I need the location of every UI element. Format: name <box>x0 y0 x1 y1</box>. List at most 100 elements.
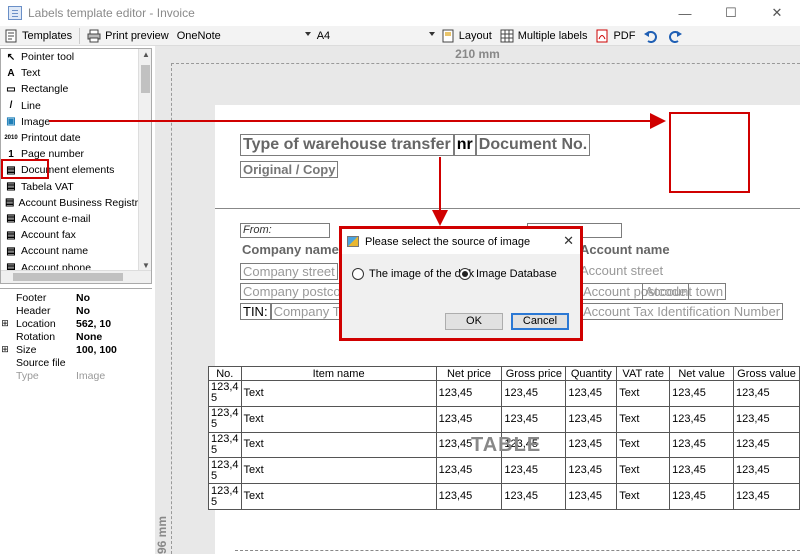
templates-label: Templates <box>22 29 73 42</box>
scrollbar-thumb[interactable] <box>13 273 123 281</box>
radio-database[interactable]: Image Database <box>459 268 557 280</box>
table-cell: 123,4 5 <box>208 431 242 459</box>
radio-database-dot[interactable] <box>459 268 471 280</box>
table-header-cell: No. <box>208 366 242 381</box>
tool-item-account-name[interactable]: ▤ Account name <box>1 243 151 259</box>
property-value[interactable]: 562, 10 <box>72 318 111 330</box>
multiple-labels-button[interactable]: Multiple labels <box>496 26 592 46</box>
table-cell: 123,45 <box>733 483 800 510</box>
property-value[interactable]: None <box>72 331 102 343</box>
property-value[interactable]: No <box>72 292 90 304</box>
property-row[interactable]: ⊞ Location 562, 10 <box>0 317 152 330</box>
account-name-field[interactable]: Account name <box>580 242 670 257</box>
layout-button[interactable]: Layout <box>437 26 496 46</box>
tool-item-text[interactable]: A Text <box>1 65 151 81</box>
scrollbar-thumb[interactable] <box>141 65 150 93</box>
window-controls: — ☐ ✕ <box>662 0 800 26</box>
minimize-button[interactable]: — <box>662 0 708 26</box>
cancel-button[interactable]: Cancel <box>511 313 569 330</box>
ok-button[interactable]: OK <box>445 313 503 330</box>
expand-icon[interactable]: ⊞ <box>0 344 10 355</box>
undo-button[interactable] <box>639 26 665 46</box>
original-copy-field[interactable]: Original / Copy <box>240 161 339 178</box>
tools-horizontal-scrollbar[interactable] <box>1 270 151 283</box>
tool-label: Text <box>21 67 41 80</box>
table-cell: Text <box>240 405 437 433</box>
templates-button[interactable]: Templates <box>0 26 76 46</box>
dialog-title: Please select the source of image <box>365 235 531 248</box>
from-field[interactable]: From: <box>240 223 330 238</box>
company-street-field[interactable]: Company street <box>240 263 338 280</box>
property-value[interactable]: 100, 100 <box>72 344 117 356</box>
tool-item-account-fax[interactable]: ▤ Account fax <box>1 227 151 243</box>
property-row[interactable]: ⊞ Size 100, 100 <box>0 343 152 356</box>
account-town-field[interactable]: Account town <box>642 283 727 300</box>
nr-field[interactable]: nr <box>453 134 476 156</box>
property-row[interactable]: Source file <box>0 356 152 369</box>
scroll-down-icon[interactable]: ▼ <box>142 261 150 270</box>
property-row[interactable]: Header No <box>0 304 152 317</box>
document-number-field[interactable]: Document No. <box>475 134 591 156</box>
document-title-group[interactable]: Type of warehouse transfer nr Document N… <box>240 134 591 156</box>
printer-select[interactable]: OneNote <box>173 27 313 45</box>
table-header-cell: Net value <box>669 366 734 381</box>
tool-icon: / <box>9 100 13 112</box>
redo-button[interactable] <box>665 26 691 46</box>
table-cell: 123,45 <box>669 483 734 510</box>
table-cell: Text <box>240 380 437 407</box>
transfer-type-field[interactable]: Type of warehouse transfer <box>240 134 454 156</box>
tool-item-account-business-registry[interactable]: ▤ Account Business Registry ... <box>1 195 151 211</box>
table-cell: Text <box>616 483 671 510</box>
printer-select-value: OneNote <box>176 29 221 42</box>
table-watermark: TABLE <box>471 434 542 456</box>
tool-item-image[interactable]: ▣ Image <box>1 114 151 130</box>
image-placeholder[interactable] <box>669 112 750 193</box>
scroll-up-icon[interactable]: ▲ <box>142 50 150 59</box>
close-window-button[interactable]: ✕ <box>754 0 800 26</box>
radio-disk[interactable]: The image of the disk <box>352 268 474 280</box>
tool-label: Account e-mail <box>21 212 91 225</box>
print-preview-button[interactable]: Print preview <box>83 26 173 46</box>
separator-line[interactable] <box>215 208 800 209</box>
property-key: Location <box>16 317 56 330</box>
property-value[interactable]: Image <box>72 370 105 382</box>
tool-icon: 2010 <box>4 135 18 142</box>
tool-item-printout-date[interactable]: 2010 Printout date <box>1 130 151 146</box>
tool-item-rectangle[interactable]: ▭ Rectangle <box>1 81 151 97</box>
window-title: Labels template editor - Invoice <box>28 6 195 20</box>
radio-disk-dot[interactable] <box>352 268 364 280</box>
redo-icon <box>669 29 683 43</box>
maximize-button[interactable]: ☐ <box>708 0 754 26</box>
expand-icon[interactable]: ⊞ <box>0 318 10 329</box>
tin-label[interactable]: TIN: <box>240 303 271 320</box>
property-row[interactable]: Rotation None <box>0 330 152 343</box>
table-cell: 123,45 <box>669 457 734 485</box>
property-row[interactable]: Footer No <box>0 291 152 304</box>
tool-item-pointer-tool[interactable]: ↖ Pointer tool <box>1 49 151 65</box>
tool-item-account-e-mail[interactable]: ▤ Account e-mail <box>1 211 151 227</box>
property-value[interactable]: No <box>72 305 90 317</box>
table-cell: 123,45 <box>669 380 734 407</box>
table-cell: 123,45 <box>501 380 567 407</box>
undo-icon <box>643 29 658 43</box>
account-tin-field[interactable]: Account Tax Identification Number <box>580 303 784 320</box>
table-cell: 123,45 <box>435 405 503 433</box>
pdf-button[interactable]: PDF <box>591 26 639 46</box>
title-bar: Labels template editor - Invoice — ☐ ✕ <box>0 0 800 26</box>
property-row[interactable]: Type Image <box>0 369 152 382</box>
app-icon <box>8 6 22 20</box>
paper-select[interactable]: A4 <box>313 27 437 45</box>
tool-label: Pointer tool <box>21 51 75 64</box>
pdf-label: PDF <box>613 29 636 42</box>
tool-item-tabela-vat[interactable]: ▤ Tabela VAT <box>1 179 151 195</box>
tool-icon: ▤ <box>6 213 16 225</box>
company-name-field[interactable]: Company name <box>240 242 341 257</box>
close-icon[interactable]: ✕ <box>563 233 574 249</box>
account-street-field[interactable]: Account street <box>580 263 663 278</box>
table-cell: 123,45 <box>669 405 734 433</box>
tool-item-line[interactable]: / Line <box>1 98 151 114</box>
tool-icon: ▤ <box>6 229 16 241</box>
tools-vertical-scrollbar[interactable]: ▲ ▼ <box>138 49 151 271</box>
tool-icon: ▭ <box>6 83 16 95</box>
print-preview-label: Print preview <box>105 29 169 42</box>
